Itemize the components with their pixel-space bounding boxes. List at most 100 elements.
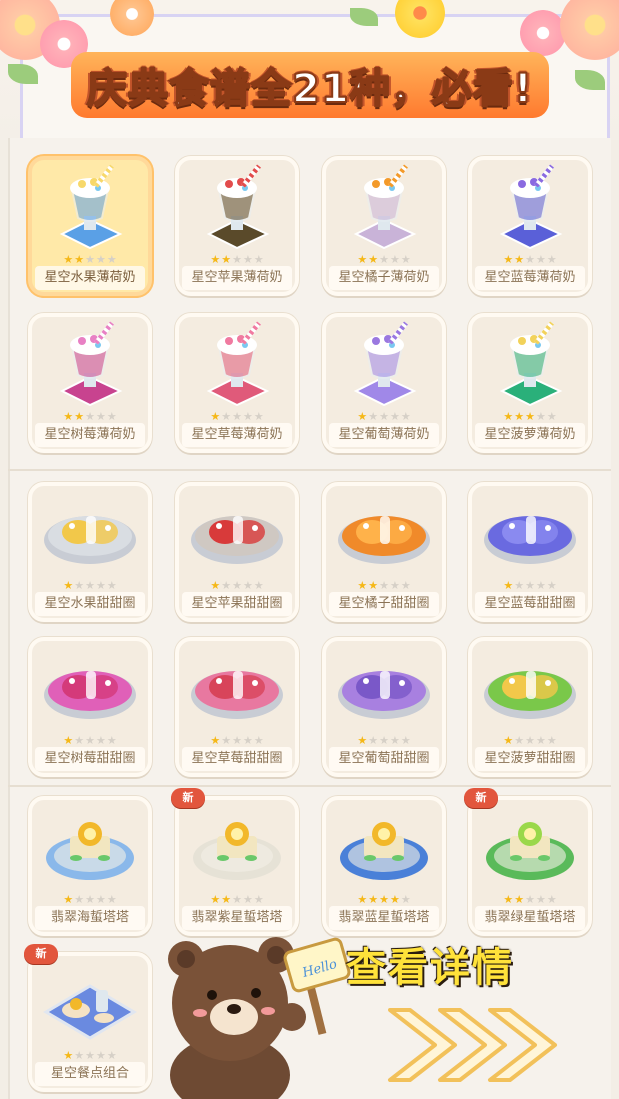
- star-icon: ★: [535, 579, 546, 592]
- star-icon: ★: [95, 734, 106, 747]
- star-icon: ★: [95, 253, 106, 266]
- recipe-card[interactable]: ★ ★ ★ ★ ★ 翡翠紫星蜇塔塔: [175, 796, 299, 936]
- recipe-card[interactable]: ★ ★ ★ ★ ★ 星空葡萄甜甜圈: [322, 637, 446, 777]
- recipe-card[interactable]: ★ ★ ★ ★ ★ 星空树莓甜甜圈: [28, 637, 152, 777]
- recipe-card[interactable]: ★ ★ ★ ★ ★ 星空蓝莓甜甜圈: [468, 482, 592, 622]
- star-rating: ★ ★ ★ ★ ★: [32, 894, 148, 906]
- star-icon: ★: [232, 734, 242, 747]
- donut-dish-image: [472, 641, 588, 737]
- star-icon: ★: [106, 253, 117, 266]
- star-rating: ★ ★ ★ ★ ★: [32, 580, 148, 592]
- recipe-card[interactable]: ★ ★ ★ ★ ★ 星空蓝莓薄荷奶: [468, 156, 592, 296]
- recipe-name: 翡翠绿星蜇塔塔: [475, 906, 585, 930]
- star-icon: ★: [379, 579, 389, 592]
- recipe-card[interactable]: ★ ★ ★ ★ ★ 星空水果甜甜圈: [28, 482, 152, 622]
- star-rating: ★ ★ ★ ★ ★: [472, 894, 588, 906]
- star-icon: ★: [210, 734, 221, 747]
- recipe-card[interactable]: ★ ★ ★ ★ ★ 星空橘子薄荷奶: [322, 156, 446, 296]
- milk-dish-image: [472, 160, 588, 256]
- recipe-card[interactable]: ★ ★ ★ ★ ★ 星空餐点组合: [28, 952, 152, 1092]
- star-icon: ★: [95, 893, 106, 906]
- star-icon: ★: [221, 734, 232, 747]
- recipe-card[interactable]: ★ ★ ★ ★ ★ 星空葡萄薄荷奶: [322, 313, 446, 453]
- chevron-right-icon[interactable]: [380, 1000, 560, 1090]
- recipe-name: 星空葡萄薄荷奶: [329, 423, 439, 447]
- star-rating: ★ ★ ★ ★ ★: [326, 735, 442, 747]
- star-icon: ★: [546, 579, 557, 592]
- star-icon: ★: [379, 410, 389, 423]
- star-icon: ★: [106, 410, 117, 423]
- recipe-card[interactable]: ★ ★ ★ ★ ★ 星空草莓薄荷奶: [175, 313, 299, 453]
- star-icon: ★: [535, 253, 546, 266]
- star-icon: ★: [210, 253, 221, 266]
- donut-dish-image: [179, 641, 295, 737]
- recipe-card[interactable]: ★ ★ ★ ★ ★ 星空菠萝甜甜圈: [468, 637, 592, 777]
- recipe-card[interactable]: ★ ★ ★ ★ ★ 星空苹果甜甜圈: [175, 482, 299, 622]
- star-icon: ★: [63, 253, 74, 266]
- star-icon: ★: [357, 893, 368, 906]
- star-icon: ★: [379, 893, 389, 906]
- star-icon: ★: [85, 579, 95, 592]
- star-icon: ★: [368, 253, 379, 266]
- star-icon: ★: [221, 579, 232, 592]
- star-icon: ★: [74, 579, 85, 592]
- star-icon: ★: [232, 579, 242, 592]
- star-icon: ★: [106, 579, 117, 592]
- star-icon: ★: [95, 410, 106, 423]
- recipe-card[interactable]: ★ ★ ★ ★ ★ 翡翠蓝星蜇塔塔: [322, 796, 446, 936]
- star-icon: ★: [514, 253, 525, 266]
- section-divider: [8, 785, 611, 787]
- star-rating: ★ ★ ★ ★ ★: [472, 411, 588, 423]
- star-icon: ★: [503, 579, 514, 592]
- star-icon: ★: [389, 579, 400, 592]
- star-icon: ★: [85, 1049, 95, 1062]
- star-icon: ★: [525, 579, 535, 592]
- recipe-card[interactable]: ★ ★ ★ ★ ★ 星空苹果薄荷奶: [175, 156, 299, 296]
- star-icon: ★: [242, 253, 253, 266]
- star-icon: ★: [357, 579, 368, 592]
- star-icon: ★: [210, 410, 221, 423]
- star-rating: ★ ★ ★ ★ ★: [472, 735, 588, 747]
- star-icon: ★: [85, 734, 95, 747]
- star-icon: ★: [242, 893, 253, 906]
- star-icon: ★: [379, 253, 389, 266]
- star-icon: ★: [389, 893, 400, 906]
- recipe-card[interactable]: ★ ★ ★ ★ ★ 星空水果薄荷奶: [28, 156, 152, 296]
- star-icon: ★: [503, 253, 514, 266]
- donut-dish-image: [32, 486, 148, 582]
- star-rating: ★ ★ ★ ★ ★: [179, 735, 295, 747]
- recipe-card[interactable]: ★ ★ ★ ★ ★ 星空树莓薄荷奶: [28, 313, 152, 453]
- star-rating: ★ ★ ★ ★ ★: [472, 254, 588, 266]
- star-rating: ★ ★ ★ ★ ★: [32, 1050, 148, 1062]
- recipe-card[interactable]: ★ ★ ★ ★ ★ 星空草莓甜甜圈: [175, 637, 299, 777]
- milk-dish-image: [32, 317, 148, 413]
- star-icon: ★: [357, 410, 368, 423]
- star-icon: ★: [74, 410, 85, 423]
- star-rating: ★ ★ ★ ★ ★: [326, 580, 442, 592]
- view-details-button[interactable]: 查看详情: [346, 935, 576, 995]
- star-icon: ★: [514, 579, 525, 592]
- star-rating: ★ ★ ★ ★ ★: [179, 254, 295, 266]
- recipe-name: 星空蓝莓薄荷奶: [475, 266, 585, 290]
- donut-dish-image: [179, 486, 295, 582]
- new-badge: 新: [464, 788, 498, 808]
- title-wrap: 庆典食谱全21种，必看!: [40, 50, 580, 120]
- recipe-card[interactable]: ★ ★ ★ ★ ★ 星空菠萝薄荷奶: [468, 313, 592, 453]
- star-icon: ★: [232, 410, 242, 423]
- recipe-card[interactable]: ★ ★ ★ ★ ★ 星空橘子甜甜圈: [322, 482, 446, 622]
- star-icon: ★: [95, 579, 106, 592]
- star-icon: ★: [221, 410, 232, 423]
- recipe-card[interactable]: ★ ★ ★ ★ ★ 翡翠绿星蜇塔塔: [468, 796, 592, 936]
- recipe-name: 星空餐点组合: [35, 1062, 145, 1086]
- milk-dish-image: [32, 160, 148, 256]
- recipe-name: 星空草莓甜甜圈: [182, 747, 292, 771]
- star-icon: ★: [210, 893, 221, 906]
- donut-dish-image: [472, 486, 588, 582]
- star-rating: ★ ★ ★ ★ ★: [179, 580, 295, 592]
- star-icon: ★: [253, 893, 264, 906]
- recipe-card[interactable]: ★ ★ ★ ★ ★ 翡翠海蜇塔塔: [28, 796, 152, 936]
- donut-dish-image: [326, 641, 442, 737]
- star-icon: ★: [400, 253, 411, 266]
- star-icon: ★: [242, 734, 253, 747]
- star-icon: ★: [232, 253, 242, 266]
